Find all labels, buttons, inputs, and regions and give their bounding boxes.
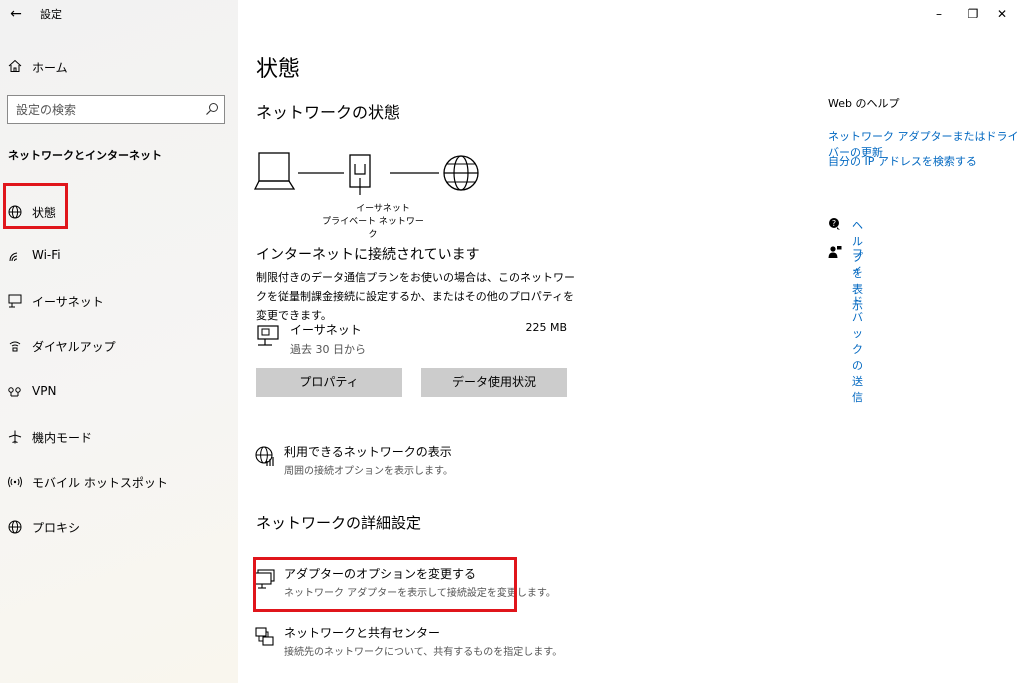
home-icon bbox=[8, 59, 22, 72]
nav-home-label: ホーム bbox=[32, 61, 68, 75]
close-button[interactable]: ✕ bbox=[990, 4, 1014, 24]
sidebar-item-hotspot[interactable]: モバイル ホットスポット bbox=[0, 467, 238, 497]
available-networks-title: 利用できるネットワークの表示 bbox=[284, 445, 452, 459]
vpn-icon bbox=[8, 387, 21, 397]
web-help-heading: Web のヘルプ bbox=[828, 97, 900, 110]
network-sharing-center-link[interactable]: ネットワークと共有センター 接続先のネットワークについて、共有するものを指定しま… bbox=[254, 624, 574, 664]
app-title: 設定 bbox=[40, 8, 62, 21]
restore-button[interactable]: ❐ bbox=[961, 4, 985, 24]
diagram-adapter-name: イーサネット bbox=[356, 204, 410, 214]
back-arrow-icon[interactable]: ← bbox=[6, 4, 26, 24]
laptop-icon bbox=[254, 152, 296, 190]
search-icon[interactable] bbox=[205, 102, 219, 116]
wifi-icon bbox=[9, 252, 18, 262]
data-usage-button[interactable]: データ使用状況 bbox=[421, 368, 567, 397]
search-box[interactable] bbox=[7, 95, 225, 124]
sidebar: ← 設定 ホーム ネットワークとインターネット 状態 Wi-Fi bbox=[0, 0, 238, 683]
feedback-label: フィードバックの送信 bbox=[852, 247, 863, 404]
ethernet-port-icon bbox=[349, 154, 371, 195]
ethernet-icon bbox=[8, 294, 22, 308]
sidebar-item-label: 機内モード bbox=[32, 431, 93, 445]
available-networks-desc: 周囲の接続オプションを表示します。 bbox=[284, 466, 453, 477]
globe-icon bbox=[8, 520, 22, 534]
minimize-button[interactable]: – bbox=[927, 4, 951, 24]
network-diagram bbox=[254, 152, 479, 195]
title-bar: ← 設定 bbox=[0, 0, 238, 28]
internet-globe-icon bbox=[443, 155, 479, 191]
sidebar-item-label: ダイヤルアップ bbox=[32, 340, 116, 354]
properties-button[interactable]: プロパティ bbox=[256, 368, 402, 397]
connection-status-title: インターネットに接続されています bbox=[256, 247, 480, 263]
sidebar-item-label: Wi-Fi bbox=[32, 248, 61, 262]
sidebar-item-ethernet[interactable]: イーサネット bbox=[0, 286, 238, 316]
feedback-person-icon bbox=[828, 246, 842, 258]
sidebar-item-label: VPN bbox=[32, 384, 57, 398]
network-status-heading: ネットワークの状態 bbox=[256, 103, 401, 122]
sidebar-item-label: プロキシ bbox=[32, 521, 81, 535]
sharing-center-title: ネットワークと共有センター bbox=[284, 626, 441, 640]
hotspot-icon bbox=[8, 476, 22, 488]
highlight-box-adapter-options bbox=[253, 557, 517, 612]
help-chat-icon: ? bbox=[829, 218, 840, 230]
sidebar-section-title: ネットワークとインターネット bbox=[8, 149, 162, 162]
sharing-center-desc: 接続先のネットワークについて、共有するものを指定します。 bbox=[284, 647, 563, 658]
sidebar-item-label: イーサネット bbox=[32, 295, 104, 309]
help-link-find-ip[interactable]: 自分の IP アドレスを検索する bbox=[828, 153, 977, 169]
connection-status-description: 制限付きのデータ通信プランをお使いの場合は、このネットワークを従量制課金接続に設… bbox=[256, 271, 575, 322]
ethernet-usage: 225 MB bbox=[525, 321, 567, 334]
search-input[interactable] bbox=[8, 96, 198, 123]
sidebar-item-vpn[interactable]: VPN bbox=[0, 377, 238, 407]
ethernet-period: 過去 30 日から bbox=[290, 343, 366, 356]
available-networks-link[interactable]: 利用できるネットワークの表示 周囲の接続オプションを表示します。 bbox=[254, 443, 574, 483]
dialup-icon bbox=[9, 341, 21, 352]
sidebar-item-airplane[interactable]: 機内モード bbox=[0, 422, 238, 452]
page-title: 状態 bbox=[256, 57, 301, 82]
ethernet-name: イーサネット bbox=[290, 323, 362, 337]
sidebar-item-label: モバイル ホットスポット bbox=[32, 476, 168, 490]
diagram-network-profile: プライベート ネットワーク bbox=[322, 217, 424, 240]
sidebar-item-dialup[interactable]: ダイヤルアップ bbox=[0, 331, 238, 361]
highlight-box-status bbox=[3, 183, 68, 229]
ethernet-adapter-icon bbox=[257, 325, 279, 346]
airplane-icon bbox=[8, 430, 22, 444]
sharing-center-icon bbox=[255, 627, 274, 646]
advanced-settings-heading: ネットワークの詳細設定 bbox=[256, 514, 422, 532]
available-networks-icon bbox=[255, 446, 274, 466]
nav-home[interactable]: ホーム bbox=[0, 54, 238, 82]
svg-text:?: ? bbox=[832, 219, 836, 228]
sidebar-item-proxy[interactable]: プロキシ bbox=[0, 512, 238, 542]
sidebar-item-wifi[interactable]: Wi-Fi bbox=[0, 241, 238, 271]
